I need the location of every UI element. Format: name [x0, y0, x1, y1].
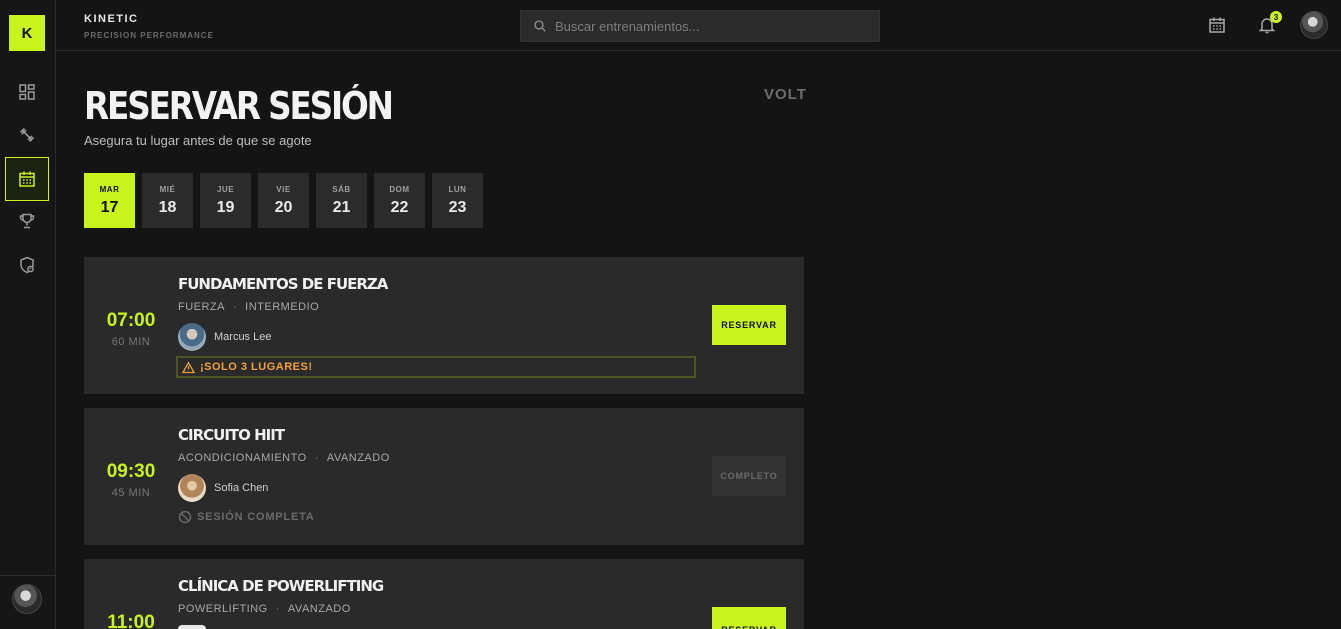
day-tab-23[interactable]: LUN 23 — [432, 173, 483, 228]
day-of-week: MAR — [99, 184, 120, 194]
session-title: CLÍNICA DE POWERLIFTING — [178, 577, 384, 595]
sidebar-item-dashboard[interactable] — [5, 70, 49, 114]
session-level: AVANZADO — [287, 603, 351, 615]
sidebar: K — [0, 0, 56, 629]
day-of-week: LUN — [448, 184, 467, 194]
session-level: AVANZADO — [326, 452, 390, 464]
session-time: 07:00 — [106, 310, 156, 331]
shield-icon — [20, 256, 34, 274]
meta-separator: · — [233, 301, 238, 313]
session-level: INTERMEDIO — [245, 301, 320, 313]
status-text: SESIÓN COMPLETA — [197, 511, 315, 523]
availability-alert: ¡SOLO 3 LUGARES! — [176, 356, 696, 378]
session-full-status: SESIÓN COMPLETA — [178, 510, 315, 524]
day-of-week: JUE — [216, 184, 235, 194]
session-title: CIRCUITO HIIT — [178, 426, 285, 444]
session-duration: 60 MIN — [111, 336, 151, 348]
day-tab-22[interactable]: DOM 22 — [374, 173, 425, 228]
session-card: 07:00 60 MIN FUNDAMENTOS DE FUERZA FUERZ… — [84, 257, 804, 394]
day-number: 22 — [390, 198, 409, 216]
day-of-week: VIE — [276, 184, 291, 194]
brand-name: KINETIC — [84, 13, 139, 25]
coach-avatar — [178, 474, 206, 502]
day-tab-19[interactable]: JUE 19 — [200, 173, 251, 228]
day-tab-21[interactable]: SÁB 21 — [316, 173, 367, 228]
day-tab-17[interactable]: MAR 17 — [84, 173, 135, 228]
day-tab-20[interactable]: VIE 20 — [258, 173, 309, 228]
calendar-icon — [19, 171, 35, 187]
brand-tagline: PRECISION PERFORMANCE — [84, 31, 214, 40]
coach-avatar — [178, 625, 206, 629]
prohibited-icon — [178, 510, 192, 524]
warning-icon — [182, 360, 195, 373]
page-title: RESERVAR SESIÓN — [84, 84, 394, 128]
notifications-button[interactable]: 3 — [1256, 11, 1282, 36]
sidebar-item-workouts[interactable] — [5, 113, 49, 157]
session-title: FUNDAMENTOS DE FUERZA — [178, 275, 388, 293]
profile-avatar[interactable] — [1300, 11, 1328, 39]
day-of-week: SÁB — [332, 184, 351, 194]
session-time: 11:00 — [107, 612, 155, 629]
alert-text: ¡SOLO 3 LUGARES! — [200, 361, 313, 373]
book-button[interactable]: RESERVAR — [712, 305, 786, 345]
sidebar-item-schedule[interactable] — [5, 157, 49, 201]
trophy-icon — [19, 213, 35, 229]
day-of-week: DOM — [389, 184, 410, 194]
day-number: 19 — [216, 198, 235, 216]
session-card: 11:00 CLÍNICA DE POWERLIFTING POWERLIFTI… — [84, 559, 804, 629]
notification-badge: 3 — [1270, 11, 1282, 23]
session-duration: 45 MIN — [111, 487, 151, 499]
sidebar-item-achievements[interactable] — [5, 199, 49, 243]
session-time: 09:30 — [106, 461, 156, 482]
page-subtitle: Asegura tu lugar antes de que se agote — [84, 133, 312, 148]
day-number: 21 — [332, 198, 351, 216]
meta-separator: · — [314, 452, 319, 464]
meta-separator: · — [275, 603, 280, 615]
sidebar-divider — [0, 575, 56, 576]
day-tab-18[interactable]: MIÉ 18 — [142, 173, 193, 228]
sidebar-item-security[interactable] — [5, 243, 49, 287]
day-number: 20 — [274, 198, 293, 216]
session-category: ACONDICIONAMIENTO — [178, 452, 307, 464]
session-category: FUERZA — [178, 301, 225, 313]
day-selector: MAR 17 MIÉ 18 JUE 19 VIE 20 SÁB 21 DOM 2… — [84, 173, 483, 228]
coach-info: Marcus Lee — [178, 323, 271, 351]
day-of-week: MIÉ — [159, 184, 176, 194]
coach-name: Sofia Chen — [214, 482, 269, 494]
coach-avatar — [178, 323, 206, 351]
session-meta: FUERZA · INTERMEDIO — [178, 301, 319, 313]
search-input[interactable] — [555, 18, 855, 34]
book-button[interactable]: RESERVAR — [712, 607, 786, 629]
session-card: 09:30 45 MIN CIRCUITO HIIT ACONDICIONAMI… — [84, 408, 804, 545]
app-logo[interactable]: K — [9, 15, 45, 51]
top-bar: KINETIC PRECISION PERFORMANCE 3 — [56, 0, 1341, 51]
dumbbell-icon — [19, 127, 35, 143]
calendar-button[interactable] — [1206, 14, 1228, 36]
session-category: POWERLIFTING — [178, 603, 268, 615]
theme-label: VOLT — [764, 86, 807, 103]
coach-name: Marcus Lee — [214, 331, 272, 343]
day-number: 23 — [448, 198, 467, 216]
session-meta: ACONDICIONAMIENTO · AVANZADO — [178, 452, 390, 464]
day-number: 18 — [158, 198, 177, 216]
coach-info: Sofia Chen — [178, 474, 268, 502]
user-avatar[interactable] — [12, 584, 42, 614]
session-meta: POWERLIFTING · AVANZADO — [178, 603, 351, 615]
calendar-icon — [1209, 17, 1225, 33]
full-button: COMPLETO — [712, 456, 786, 496]
grid-icon — [19, 84, 35, 100]
day-number: 17 — [100, 198, 119, 216]
search-bar[interactable] — [520, 10, 880, 42]
search-icon — [534, 20, 546, 32]
